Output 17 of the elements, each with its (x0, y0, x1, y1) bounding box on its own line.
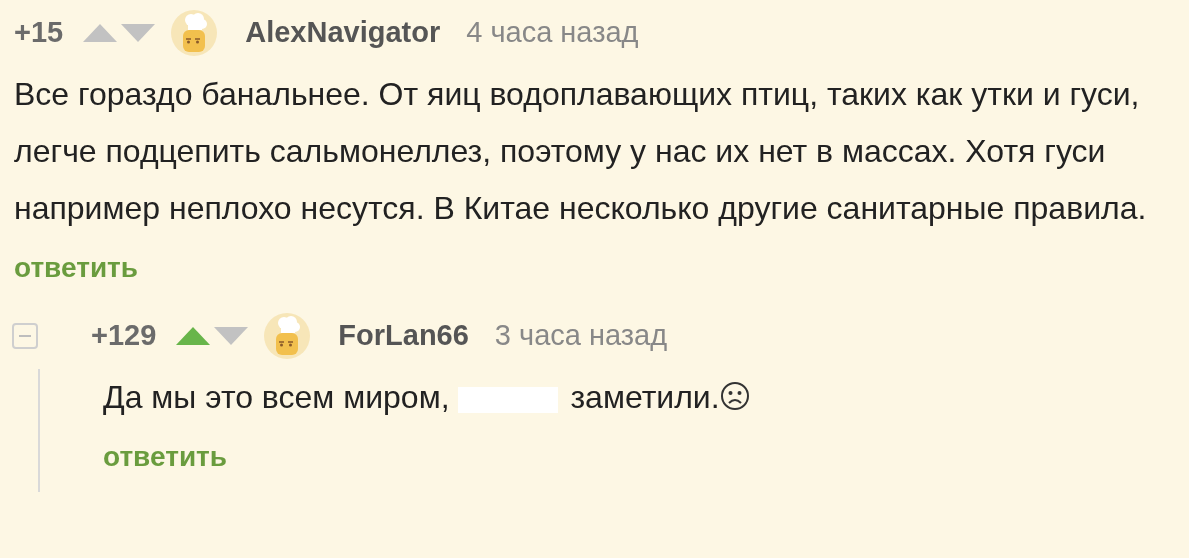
hidden-spoiler[interactable] (458, 386, 559, 413)
upvote-button[interactable] (81, 22, 120, 44)
comment-text: Все гораздо банальнее. От яиц водоплавающих птиц, таких как утки и гуси, легче подцепить сальмонеллез, поэтому у нас их нет в массах. Хотя гуси например неплохо несутся. В Китае несколько другие санитарные правила. (14, 75, 1148, 228)
avatar-icon (171, 10, 218, 56)
upvote-button[interactable] (174, 325, 213, 347)
author-name[interactable]: AlexNavigator (245, 11, 441, 55)
comment-time: 3 часа назад (494, 318, 668, 354)
comment-text: Да мы это всем миром, заметили. (103, 369, 750, 426)
downvote-button[interactable] (212, 325, 251, 347)
comment-time: 4 часа назад (466, 15, 639, 51)
rating: +129 (91, 318, 157, 354)
rating: +15 (14, 15, 64, 51)
worried-face-icon (719, 381, 750, 411)
author-name[interactable]: ForLan66 (338, 314, 469, 358)
collapse-button[interactable] (12, 323, 38, 349)
avatar-icon (264, 313, 311, 359)
downvote-button[interactable] (119, 22, 158, 44)
